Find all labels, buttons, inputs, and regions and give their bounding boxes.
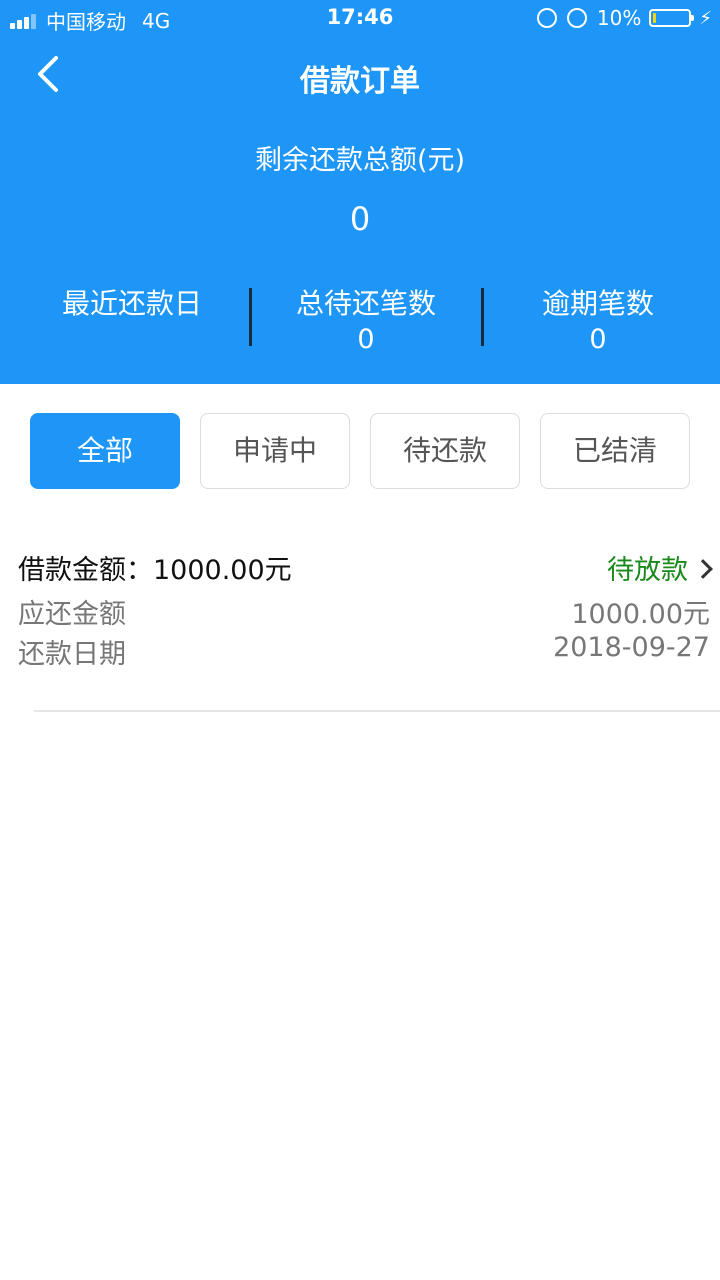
stat-total-pending-count: 总待还笔数 0 [250, 282, 482, 355]
order-date-label: 还款日期 [18, 639, 126, 670]
stat-label: 总待还笔数 [295, 287, 436, 320]
total-remaining-value: 0 [349, 200, 371, 238]
order-status-label: 待放款 [607, 555, 688, 586]
page-title: 借款订单 [300, 64, 420, 99]
stat-label: 最近还款日 [61, 287, 202, 320]
charging-icon: ⚡ [699, 7, 712, 29]
order-list-item[interactable]: 借款金额：1000.00元 待放款 应还金额 1000.00元 还款日期 201… [0, 540, 720, 712]
tab-all[interactable]: 全部 [30, 413, 180, 489]
status-right: 10% ⚡ [536, 6, 712, 30]
tab-pending-repayment[interactable]: 待还款 [370, 413, 520, 489]
order-status: 待放款 [607, 548, 713, 587]
order-date-row: 还款日期 2018-09-27 [18, 632, 710, 672]
chevron-right-icon [693, 559, 713, 579]
rotation-lock-icon [536, 8, 557, 28]
total-remaining-label: 剩余还款总额(元) [254, 145, 466, 176]
order-due-value: 1000.00元 [571, 599, 710, 630]
stat-value: 0 [589, 324, 607, 355]
order-due-label: 应还金额 [18, 599, 126, 630]
order-date-value: 2018-09-27 [553, 632, 710, 663]
stat-value: 0 [357, 324, 375, 355]
summary-stats: 最近还款日 总待还笔数 0 逾期笔数 0 [0, 282, 720, 355]
header-panel: 中国移动 4G 17:46 10% ⚡ 借款订单 剩余还款总额(元) 0 最近还… [0, 0, 720, 384]
tab-settled[interactable]: 已结清 [540, 413, 690, 489]
battery-percent: 10% [596, 6, 642, 30]
order-amount-value: 1000.00元 [153, 555, 292, 586]
tab-applying[interactable]: 申请中 [200, 413, 350, 489]
order-amount: 借款金额：1000.00元 [18, 548, 292, 587]
list-divider [34, 710, 720, 712]
alarm-icon [566, 8, 587, 28]
stat-label: 逾期笔数 [541, 287, 654, 320]
order-amount-row: 借款金额：1000.00元 待放款 [18, 548, 713, 588]
order-filter-tabs: 全部 申请中 待还款 已结清 [0, 413, 720, 489]
status-bar: 中国移动 4G 17:46 10% ⚡ [0, 0, 720, 36]
order-amount-label: 借款金额： [18, 555, 153, 586]
battery-icon [649, 9, 695, 27]
order-due-row: 应还金额 1000.00元 [18, 592, 710, 632]
stat-latest-due-date: 最近还款日 [16, 282, 248, 324]
stat-overdue-count: 逾期笔数 0 [482, 282, 714, 355]
